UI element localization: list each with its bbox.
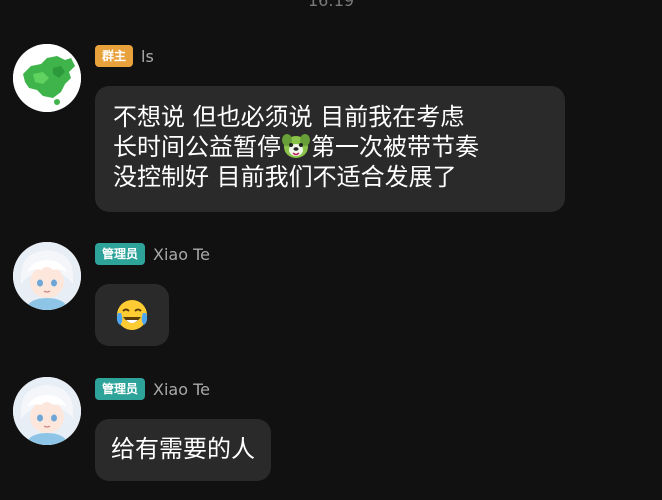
dog-face-emoji-icon xyxy=(281,132,311,160)
message-meta: 管理员 Xiao Te xyxy=(95,378,210,400)
message-meta: 管理员 Xiao Te xyxy=(95,243,210,265)
message-text: 第一次被带节奏 xyxy=(311,133,479,161)
avatar[interactable] xyxy=(13,44,81,112)
message-bubble[interactable]: 给有需要的人 xyxy=(95,419,271,481)
message-text: 长时间公益暂停 xyxy=(113,133,281,161)
message-line: 没控制好 目前我们不适合发展了 xyxy=(113,163,457,191)
message-line: 长时间公益暂停 第一次被带节奏 xyxy=(113,132,553,162)
admin-badge: 管理员 xyxy=(95,378,146,400)
sender-name[interactable]: ls xyxy=(141,47,154,66)
tears-of-joy-emoji-icon xyxy=(116,300,148,330)
sender-name[interactable]: Xiao Te xyxy=(153,380,210,399)
admin-badge: 管理员 xyxy=(95,243,146,265)
anime-boy-avatar-icon xyxy=(13,242,81,310)
message-line: 不想说 但也必须说 目前我在考虑 xyxy=(113,103,465,131)
message-meta: 群主 ls xyxy=(95,45,154,67)
message-bubble[interactable] xyxy=(95,284,169,346)
message-text: 给有需要的人 xyxy=(111,435,255,463)
anime-boy-avatar-icon xyxy=(13,377,81,445)
avatar[interactable] xyxy=(13,242,81,310)
message-bubble[interactable]: 不想说 但也必须说 目前我在考虑 长时间公益暂停 第一次被带节奏 没控制好 目前… xyxy=(95,86,565,212)
china-map-icon xyxy=(13,44,81,112)
sender-name[interactable]: Xiao Te xyxy=(153,245,210,264)
status-time: 16:19 xyxy=(307,0,355,10)
owner-badge: 群主 xyxy=(95,45,134,67)
avatar[interactable] xyxy=(13,377,81,445)
